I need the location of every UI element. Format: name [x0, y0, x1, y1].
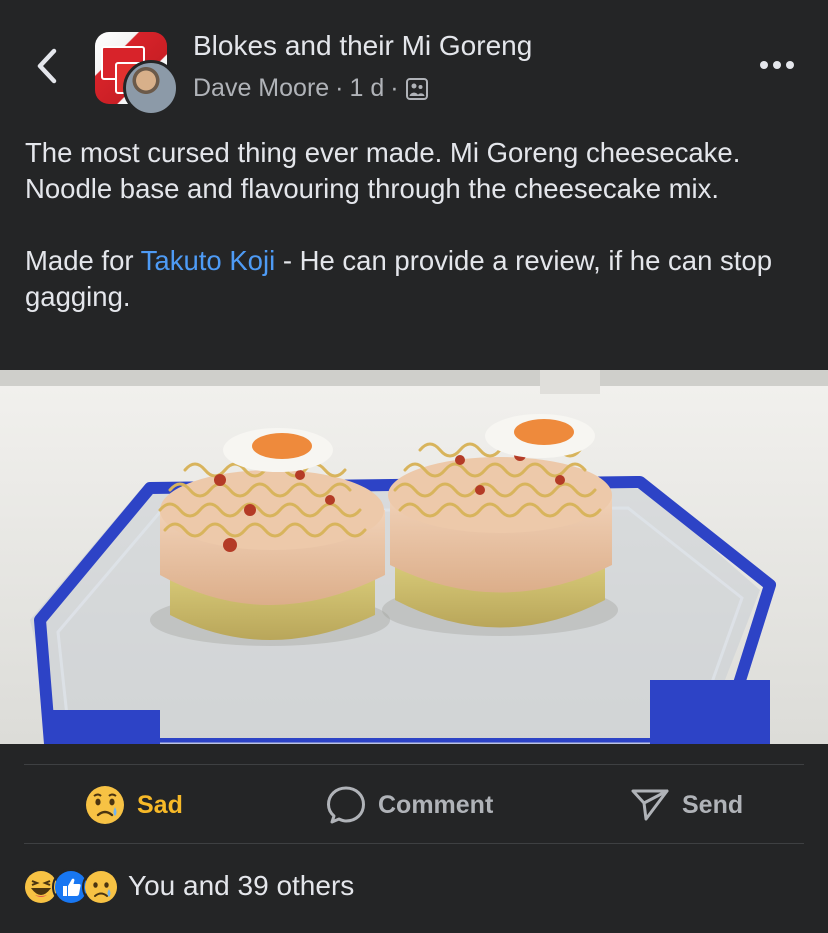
sad-reaction-button[interactable]: Sad [85, 770, 183, 840]
post-text: The most cursed thing ever made. Mi Gore… [25, 135, 805, 315]
post-paragraph: Made for Takuto Koji - He can provide a … [25, 245, 772, 312]
author-name[interactable]: Dave Moore [193, 74, 329, 103]
comment-label: Comment [378, 790, 494, 819]
post-header: Blokes and their Mi Goreng Dave Moore · … [0, 0, 828, 125]
post-photo[interactable] [0, 370, 828, 744]
reactions-summary[interactable]: You and 39 others [22, 862, 354, 910]
meta-separator: · [390, 74, 399, 102]
sad-emoji-icon [86, 786, 124, 824]
divider [24, 764, 804, 765]
post-actions: Sad Comment Send [0, 770, 828, 840]
sad-label: Sad [137, 790, 183, 819]
send-label: Send [682, 790, 744, 819]
post-time[interactable]: 1 d [350, 74, 385, 103]
comment-button[interactable]: Comment [326, 770, 493, 840]
send-icon [631, 789, 669, 821]
more-horizontal-icon [760, 61, 768, 69]
more-options-button[interactable] [752, 50, 802, 80]
reaction-icons [22, 868, 122, 906]
reactions-count[interactable]: You and 39 others [128, 870, 354, 902]
back-button[interactable] [30, 44, 64, 88]
send-button[interactable]: Send [630, 770, 743, 840]
author-avatar[interactable] [123, 60, 179, 116]
group-avatar[interactable] [95, 32, 179, 116]
post-meta: Dave Moore · 1 d · [193, 74, 429, 103]
meta-separator: · [335, 74, 344, 102]
chevron-left-icon [37, 48, 57, 84]
mention-link[interactable]: Takuto Koji [141, 245, 276, 276]
photo-image [0, 370, 828, 744]
post-paragraph: The most cursed thing ever made. Mi Gore… [25, 137, 741, 204]
group-name[interactable]: Blokes and their Mi Goreng [193, 30, 532, 62]
group-audience-icon [405, 77, 428, 100]
comment-bubble-icon [327, 786, 365, 824]
divider [24, 843, 804, 844]
sad-emoji-icon [82, 868, 120, 906]
